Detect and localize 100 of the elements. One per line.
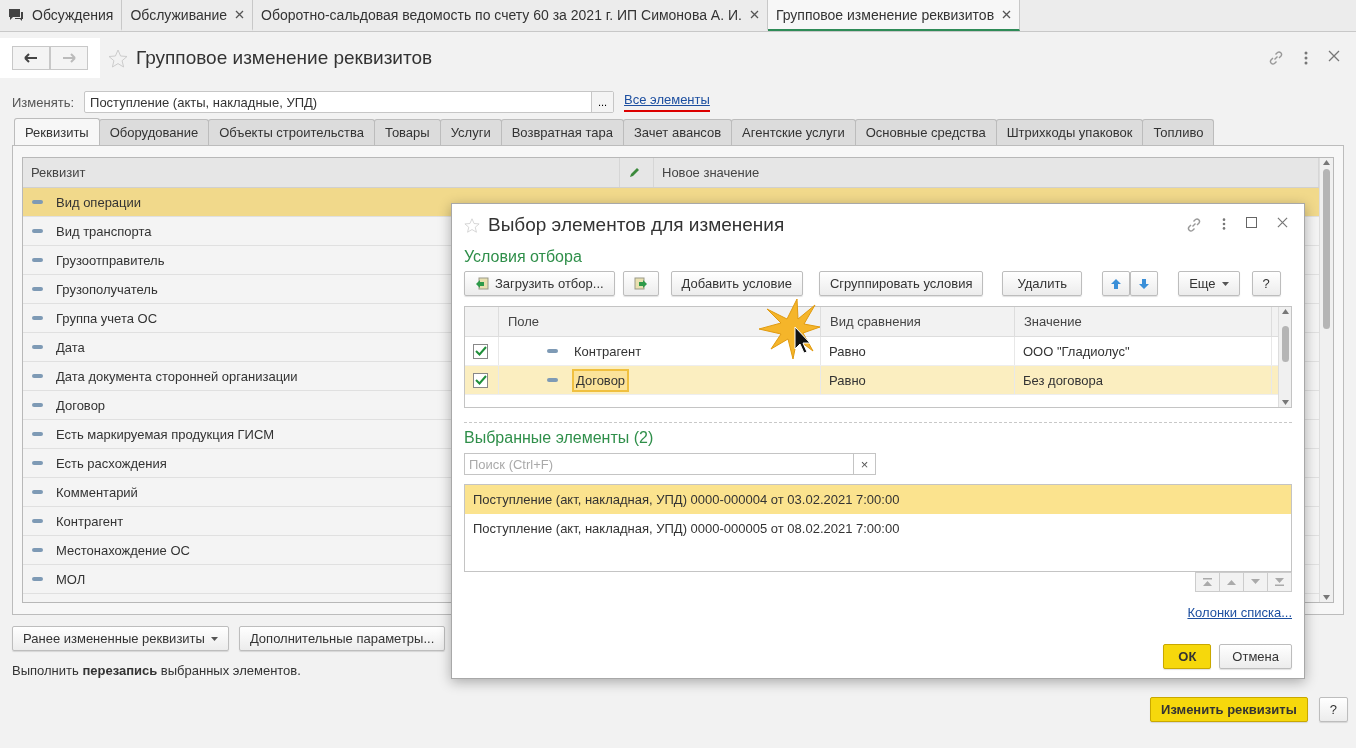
scroll-thumb[interactable] — [1281, 326, 1289, 362]
search-field[interactable]: Поиск (Ctrl+F) × — [464, 453, 876, 475]
move-up-button[interactable] — [1102, 271, 1131, 296]
table-cell: Равно — [829, 372, 866, 388]
group-conditions-button[interactable]: Сгруппировать условия — [818, 271, 984, 296]
document-type-field[interactable]: Поступление (акты, накладные, УПД) ... — [84, 91, 615, 113]
cancel-button[interactable]: Отмена — [1219, 644, 1292, 669]
close-icon[interactable] — [1002, 10, 1012, 19]
more-icon[interactable] — [1222, 217, 1226, 231]
move-down-button[interactable] — [1243, 572, 1268, 592]
section-tab[interactable]: Штрихкоды упаковок — [995, 119, 1144, 145]
scroll-up-icon[interactable] — [1323, 160, 1330, 165]
table-cell: Вид операции — [56, 194, 142, 210]
star-icon[interactable] — [464, 217, 480, 233]
move-first-button[interactable] — [1195, 572, 1220, 592]
table-cell: Без договора — [1023, 372, 1103, 388]
condition-row[interactable]: Контрагент Равно ООО "Гладиолус" — [465, 337, 1278, 366]
scrollbar[interactable] — [1278, 307, 1291, 407]
help-button[interactable]: ? — [1251, 271, 1281, 296]
arrow-left-icon — [24, 53, 38, 63]
ok-button[interactable]: ОК — [1163, 644, 1212, 669]
table-cell: Есть расхождения — [56, 455, 167, 471]
link-icon[interactable] — [1186, 217, 1202, 233]
back-button[interactable] — [12, 46, 50, 70]
tab-label: Групповое изменение реквизитов — [775, 6, 995, 23]
dialog-title: Выбор элементов для изменения — [488, 214, 786, 236]
table-cell: Группа учета ОС — [56, 310, 158, 326]
up-icon — [1226, 578, 1237, 586]
caret-icon — [1221, 281, 1229, 286]
scroll-thumb[interactable] — [1323, 169, 1330, 329]
list-columns-link[interactable]: Колонки списка... — [1187, 605, 1292, 620]
close-icon[interactable] — [749, 10, 759, 19]
close-icon[interactable] — [1328, 50, 1340, 62]
page-title: Групповое изменение реквизитов — [136, 47, 434, 69]
scroll-up-icon[interactable] — [1281, 309, 1289, 314]
table-cell: Комментарий — [56, 484, 138, 500]
app-tab[interactable]: Групповое изменение реквизитов — [767, 0, 1021, 31]
table-cell: Контрагент — [56, 513, 124, 529]
section-tab[interactable]: Оборудование — [98, 119, 210, 145]
section-tab[interactable]: Реквизиты — [14, 118, 100, 145]
column-header: Значение — [1015, 307, 1272, 336]
help-button[interactable]: ? — [1318, 697, 1348, 722]
star-icon[interactable] — [108, 48, 128, 68]
link-icon[interactable] — [1268, 50, 1284, 66]
table-cell: Дата документа сторонней организации — [56, 368, 298, 384]
tab-label: Оборотно-сальдовая ведомость по счету 60 за 2021 г. ИП Симонова А. И. — [261, 6, 742, 23]
list-item[interactable]: Поступление (акт, накладная, УПД) 0000-000004 от 03.02.2021 7:00:00 — [465, 485, 1291, 514]
item-icon — [32, 345, 43, 349]
close-icon[interactable] — [1277, 217, 1288, 228]
more-icon[interactable] — [1304, 50, 1308, 66]
close-icon[interactable] — [235, 10, 245, 19]
table-cell: Дата — [56, 339, 85, 355]
checkbox[interactable] — [473, 343, 488, 359]
tab-label: Обслуживание — [130, 6, 228, 23]
section-tab[interactable]: Услуги — [439, 119, 502, 145]
checkbox[interactable] — [473, 372, 488, 388]
save-filter-button[interactable] — [622, 271, 659, 296]
section-tab[interactable]: Зачет авансов — [623, 119, 733, 145]
condition-row[interactable]: Договор Равно Без договора — [465, 366, 1278, 395]
item-icon — [32, 432, 43, 436]
section-tab[interactable]: Возвратная тара — [500, 119, 624, 145]
save-icon — [633, 276, 648, 291]
action-button[interactable]: Дополнительные параметры... — [238, 626, 446, 651]
select-button[interactable]: ... — [591, 92, 614, 112]
section-tab[interactable]: Основные средства — [854, 119, 997, 145]
section-tab[interactable]: Топливо — [1142, 119, 1215, 145]
caret-icon — [210, 636, 218, 641]
table-cell: Договор — [56, 397, 106, 413]
table-cell: Равно — [829, 343, 866, 359]
section-tab[interactable]: Товары — [373, 119, 441, 145]
load-filter-button[interactable]: Загрузить отбор... — [464, 271, 615, 296]
table-cell: Местонахождение ОС — [56, 542, 190, 558]
column-header: Вид сравнения — [821, 307, 1015, 336]
delete-button[interactable]: Удалить — [1002, 271, 1083, 296]
move-last-button[interactable] — [1267, 572, 1292, 592]
move-up-button[interactable] — [1219, 572, 1244, 592]
all-elements-link[interactable]: Все элементы — [624, 92, 710, 112]
item-icon — [32, 229, 43, 233]
table-cell: Договор — [572, 368, 630, 392]
scrollbar[interactable] — [1319, 158, 1333, 602]
move-down-button[interactable] — [1130, 271, 1159, 296]
section-tab[interactable]: Агентские услуги — [731, 119, 856, 145]
arrow-right-icon — [62, 53, 76, 63]
action-button[interactable]: Ранее измененные реквизиты — [12, 626, 229, 651]
item-icon — [32, 374, 43, 378]
item-icon — [32, 287, 43, 291]
section-title: Выбранные элементы (2) — [464, 429, 655, 447]
section-tab[interactable]: Объекты строительства — [208, 119, 375, 145]
scroll-down-icon[interactable] — [1323, 595, 1330, 600]
item-icon — [32, 577, 43, 581]
down-icon — [1250, 578, 1261, 586]
scroll-down-icon[interactable] — [1281, 400, 1289, 405]
maximize-icon[interactable] — [1246, 217, 1257, 228]
add-condition-button[interactable]: Добавить условие — [670, 271, 803, 296]
table-cell-text: Контрагент — [573, 342, 643, 361]
change-attributes-button[interactable]: Изменить реквизиты — [1150, 697, 1308, 722]
item-icon — [547, 349, 558, 353]
arrow-down-icon — [1138, 277, 1151, 290]
more-button[interactable]: Еще — [1178, 271, 1240, 296]
table-cell: Вид транспорта — [56, 223, 152, 239]
